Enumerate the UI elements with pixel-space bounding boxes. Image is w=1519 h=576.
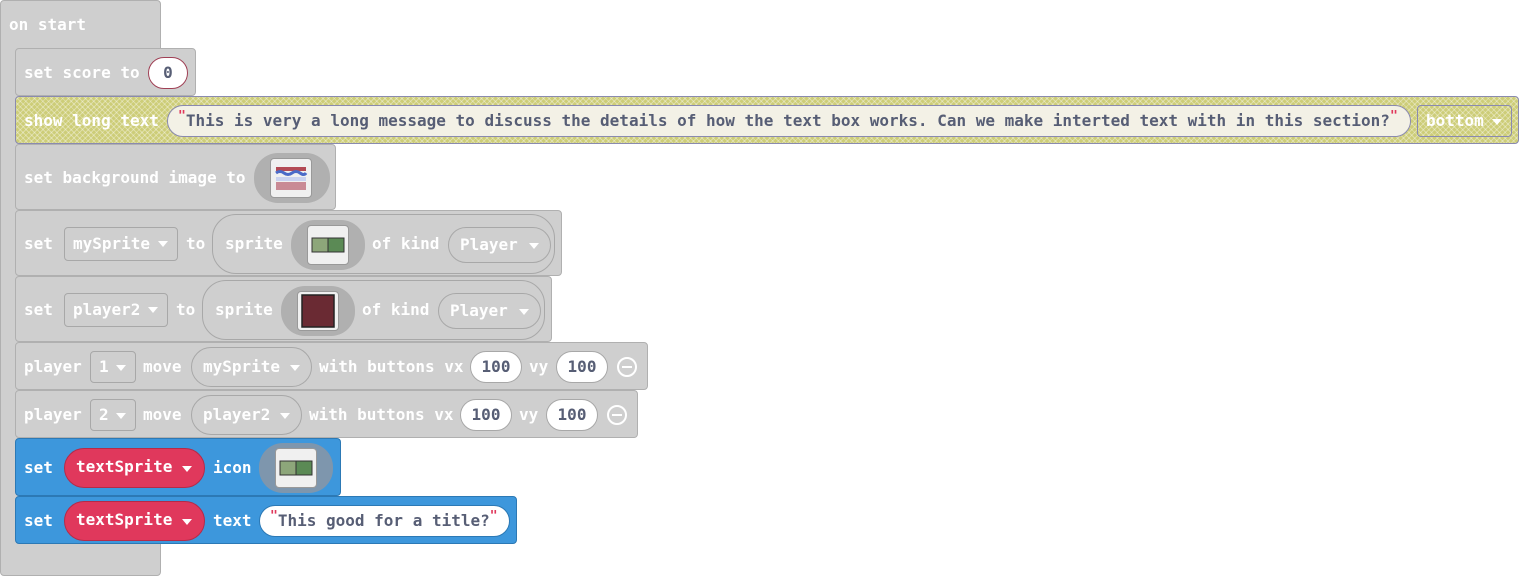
of-kind-label: of kind xyxy=(362,300,430,319)
open-quote: " xyxy=(270,509,278,524)
on-start-label: on start xyxy=(9,15,87,34)
background-thumbnail-icon xyxy=(270,158,312,198)
set-label: set xyxy=(24,234,53,253)
open-quote: " xyxy=(178,109,186,124)
player-number-dropdown[interactable]: 1 xyxy=(90,351,136,383)
of-kind-label: of kind xyxy=(372,234,440,253)
set-text-block[interactable]: set textSprite text "This good for a tit… xyxy=(15,496,517,544)
green-sprite-icon xyxy=(307,225,349,265)
set-score-label: set score to xyxy=(24,63,140,82)
sprite-name: mySprite xyxy=(203,357,281,376)
move-label: move xyxy=(143,357,182,376)
icon-image-picker[interactable] xyxy=(259,443,333,493)
show-long-text-label: show long text xyxy=(24,111,159,130)
set-mysprite-block[interactable]: set mySprite to sprite of kind Player xyxy=(15,210,562,276)
kind-value: Player xyxy=(460,235,518,254)
to-label: to xyxy=(186,234,206,253)
sprite-dropdown[interactable]: player2 xyxy=(191,395,302,435)
kind-dropdown[interactable]: Player xyxy=(448,227,551,263)
player-number: 1 xyxy=(99,357,109,376)
chevron-down-icon xyxy=(519,309,529,315)
sprite-image-picker[interactable] xyxy=(291,220,365,270)
maroon-sprite-icon xyxy=(297,291,339,331)
chevron-down-icon xyxy=(116,365,126,371)
set-label: set xyxy=(24,458,53,477)
set-label: set xyxy=(24,511,53,530)
set-score-block[interactable]: set score to 0 xyxy=(15,48,196,96)
vx-input[interactable]: 100 xyxy=(460,399,512,431)
mysprite-variable-dropdown[interactable]: mySprite xyxy=(64,227,178,261)
position-dropdown-value: bottom xyxy=(1426,111,1484,130)
sprite-dropdown[interactable]: mySprite xyxy=(191,347,312,387)
long-text-input[interactable]: "This is very a long message to discuss … xyxy=(167,105,1411,137)
chevron-down-icon xyxy=(290,365,300,371)
set-player2-block[interactable]: set player2 to sprite of kind Player xyxy=(15,276,552,342)
chevron-down-icon xyxy=(529,243,539,249)
chevron-down-icon xyxy=(280,413,290,419)
show-long-text-block[interactable]: show long text "This is very a long mess… xyxy=(15,96,1519,144)
title-text-input[interactable]: "This good for a title?" xyxy=(259,505,510,537)
variable-name: textSprite xyxy=(76,457,173,476)
close-quote: " xyxy=(489,509,498,524)
player-label: player xyxy=(24,357,82,376)
chevron-down-icon xyxy=(182,519,192,525)
sprite-of-kind-reporter[interactable]: sprite of kind Player xyxy=(212,214,555,274)
vy-input[interactable]: 100 xyxy=(546,399,598,431)
move-label: move xyxy=(143,405,182,424)
player2-move-block[interactable]: player 2 move player2 with buttons vx 10… xyxy=(15,390,638,438)
green-sprite-icon xyxy=(275,448,317,488)
to-label: to xyxy=(176,300,196,319)
textsprite-variable-dropdown[interactable]: textSprite xyxy=(64,501,205,541)
player2-variable-dropdown[interactable]: player2 xyxy=(64,293,168,327)
kind-value: Player xyxy=(450,301,508,320)
chevron-down-icon xyxy=(116,413,126,419)
set-icon-block[interactable]: set textSprite icon xyxy=(15,438,341,496)
vy-input[interactable]: 100 xyxy=(556,351,608,383)
player-number-dropdown[interactable]: 2 xyxy=(90,399,136,431)
chevron-down-icon xyxy=(148,307,158,313)
variable-name: textSprite xyxy=(76,510,173,529)
player-number: 2 xyxy=(99,405,109,424)
with-buttons-vx-label: with buttons vx xyxy=(319,357,464,376)
long-text-value: This is very a long message to discuss t… xyxy=(185,111,1390,130)
vy-label: vy xyxy=(519,405,539,424)
set-background-block[interactable]: set background image to xyxy=(15,144,336,210)
vy-label: vy xyxy=(529,357,549,376)
vx-input[interactable]: 100 xyxy=(470,351,522,383)
chevron-down-icon xyxy=(158,241,168,247)
player-label: player xyxy=(24,405,82,424)
minus-circle-icon[interactable] xyxy=(607,405,627,425)
chevron-down-icon xyxy=(182,466,192,472)
with-buttons-vx-label: with buttons vx xyxy=(309,405,454,424)
background-image-picker[interactable] xyxy=(254,153,330,203)
icon-label: icon xyxy=(213,458,252,477)
score-value-input[interactable]: 0 xyxy=(148,57,188,89)
sprite-of-kind-reporter[interactable]: sprite of kind Player xyxy=(202,280,545,340)
text-label: text xyxy=(213,511,252,530)
sprite-name: player2 xyxy=(203,405,271,424)
close-quote: " xyxy=(1389,109,1398,124)
sprite-label: sprite xyxy=(215,300,273,319)
variable-name: player2 xyxy=(73,300,141,319)
kind-dropdown[interactable]: Player xyxy=(438,293,541,329)
title-text-value: This good for a title? xyxy=(277,511,490,530)
set-background-label: set background image to xyxy=(24,168,246,187)
minus-circle-icon[interactable] xyxy=(617,357,637,377)
sprite-label: sprite xyxy=(225,234,283,253)
set-label: set xyxy=(24,300,53,319)
sprite-image-picker[interactable] xyxy=(281,286,355,336)
variable-name: mySprite xyxy=(73,234,151,253)
chevron-down-icon xyxy=(1492,119,1502,125)
textsprite-variable-dropdown[interactable]: textSprite xyxy=(64,448,205,488)
position-dropdown[interactable]: bottom xyxy=(1417,105,1512,137)
player1-move-block[interactable]: player 1 move mySprite with buttons vx 1… xyxy=(15,342,648,390)
